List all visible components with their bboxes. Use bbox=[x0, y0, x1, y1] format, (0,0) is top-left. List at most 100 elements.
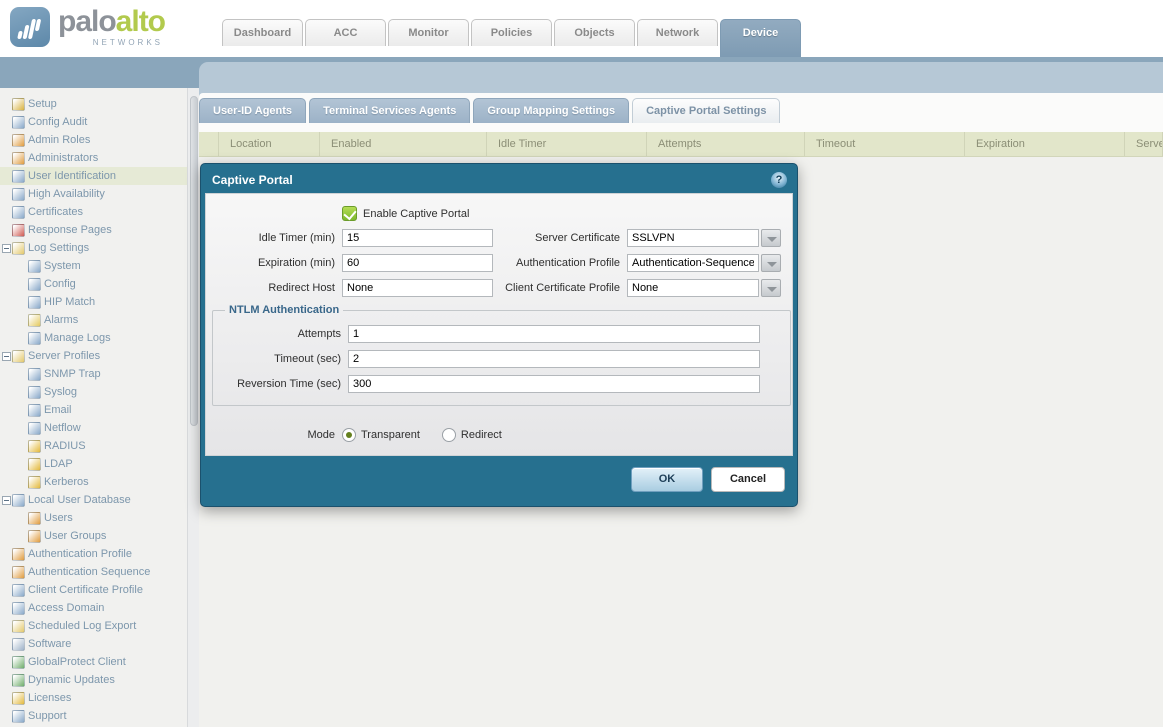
sidebar-item-kerberos[interactable]: Kerberos bbox=[0, 473, 187, 491]
column-header-lead[interactable] bbox=[199, 132, 219, 156]
sidebar-item-admin-roles[interactable]: Admin Roles bbox=[0, 131, 187, 149]
tab-monitor[interactable]: Monitor bbox=[388, 19, 469, 46]
authentication-profile-dropdown-button[interactable] bbox=[761, 254, 781, 272]
subtab-user-id-agents[interactable]: User-ID Agents bbox=[199, 98, 306, 123]
enable-captive-portal-checkbox[interactable] bbox=[342, 206, 357, 221]
sidebar-item-licenses[interactable]: Licenses bbox=[0, 689, 187, 707]
column-header-expiration[interactable]: Expiration bbox=[965, 132, 1125, 156]
sidebar-item-certificates[interactable]: Certificates bbox=[0, 203, 187, 221]
sidebar-item-scheduled-log-export[interactable]: Scheduled Log Export bbox=[0, 617, 187, 635]
column-header-serve[interactable]: Serve bbox=[1125, 132, 1163, 156]
sidebar-item-snmp-trap[interactable]: SNMP Trap bbox=[0, 365, 187, 383]
client-certificate-profile-dropdown-button[interactable] bbox=[761, 279, 781, 297]
collapse-toggle-icon[interactable] bbox=[2, 244, 11, 253]
sidebar-item-globalprotect-client[interactable]: GlobalProtect Client bbox=[0, 653, 187, 671]
sidebar-item-response-pages[interactable]: Response Pages bbox=[0, 221, 187, 239]
response-pages-icon bbox=[12, 224, 25, 237]
authentication-profile-input[interactable] bbox=[627, 254, 759, 272]
sidebar-item-alarms[interactable]: Alarms bbox=[0, 311, 187, 329]
timeout-sec-input[interactable] bbox=[348, 350, 760, 368]
attempts-input[interactable] bbox=[348, 325, 760, 343]
tab-acc[interactable]: ACC bbox=[305, 19, 386, 46]
reversion-time-sec-input[interactable] bbox=[348, 375, 760, 393]
sidebar-item-email[interactable]: Email bbox=[0, 401, 187, 419]
tab-device[interactable]: Device bbox=[720, 19, 801, 57]
sidebar-item-label: LDAP bbox=[41, 458, 73, 470]
syslog-icon bbox=[28, 386, 41, 399]
high-availability-icon bbox=[12, 188, 25, 201]
scrollbar-thumb[interactable] bbox=[190, 96, 198, 426]
tab-network[interactable]: Network bbox=[637, 19, 718, 46]
column-header-attempts[interactable]: Attempts bbox=[647, 132, 805, 156]
sidebar-item-access-domain[interactable]: Access Domain bbox=[0, 599, 187, 617]
tab-objects[interactable]: Objects bbox=[554, 19, 635, 46]
field-label: Client Certificate Profile bbox=[436, 282, 627, 294]
collapse-toggle-icon[interactable] bbox=[2, 352, 11, 361]
server-certificate-dropdown-button[interactable] bbox=[761, 229, 781, 247]
dynamic-updates-icon bbox=[12, 674, 25, 687]
sidebar-item-setup[interactable]: Setup bbox=[0, 95, 187, 113]
column-header-location[interactable]: Location bbox=[219, 132, 320, 156]
ntlm-legend: NTLM Authentication bbox=[225, 304, 343, 316]
sidebar-item-label: Dynamic Updates bbox=[25, 674, 115, 686]
authentication-profile-icon bbox=[12, 548, 25, 561]
field-label: Authentication Profile bbox=[436, 257, 627, 269]
main-tabs: DashboardACCMonitorPoliciesObjectsNetwor… bbox=[222, 19, 801, 57]
help-icon[interactable]: ? bbox=[771, 172, 787, 188]
sidebar-item-high-availability[interactable]: High Availability bbox=[0, 185, 187, 203]
captive-portal-dialog: Captive Portal ? Enable Captive Portal I… bbox=[200, 163, 798, 507]
sidebar-item-ldap[interactable]: LDAP bbox=[0, 455, 187, 473]
collapse-toggle-icon[interactable] bbox=[2, 496, 11, 505]
mode-radio-transparent[interactable] bbox=[342, 428, 356, 442]
sidebar-item-software[interactable]: Software bbox=[0, 635, 187, 653]
sidebar-item-administrators[interactable]: Administrators bbox=[0, 149, 187, 167]
client-certificate-profile-input[interactable] bbox=[627, 279, 759, 297]
top-header: paloalto NETWORKS DashboardACCMonitorPol… bbox=[0, 0, 1163, 57]
sidebar-item-client-certificate-profile[interactable]: Client Certificate Profile bbox=[0, 581, 187, 599]
sidebar-item-local-user-database[interactable]: Local User Database bbox=[0, 491, 187, 509]
sidebar-item-label: User Identification bbox=[25, 170, 116, 182]
sidebar-item-label: Authentication Sequence bbox=[25, 566, 150, 578]
mode-radio-redirect[interactable] bbox=[442, 428, 456, 442]
sidebar-item-radius[interactable]: RADIUS bbox=[0, 437, 187, 455]
sidebar-item-user-groups[interactable]: User Groups bbox=[0, 527, 187, 545]
sidebar-item-hip-match[interactable]: HIP Match bbox=[0, 293, 187, 311]
column-header-timeout[interactable]: Timeout bbox=[805, 132, 965, 156]
field-label: Attempts bbox=[213, 328, 348, 340]
setup-icon bbox=[12, 98, 25, 111]
sidebar-item-netflow[interactable]: Netflow bbox=[0, 419, 187, 437]
scheduled-log-export-icon bbox=[12, 620, 25, 633]
sidebar-item-label: Authentication Profile bbox=[25, 548, 132, 560]
sidebar-item-syslog[interactable]: Syslog bbox=[0, 383, 187, 401]
sidebar-item-dynamic-updates[interactable]: Dynamic Updates bbox=[0, 671, 187, 689]
sidebar-item-config[interactable]: Config bbox=[0, 275, 187, 293]
sidebar-item-support[interactable]: Support bbox=[0, 707, 187, 725]
subtab-terminal-services-agents[interactable]: Terminal Services Agents bbox=[309, 98, 470, 123]
sidebar-item-manage-logs[interactable]: Manage Logs bbox=[0, 329, 187, 347]
sidebar-item-user-identification[interactable]: User Identification bbox=[0, 167, 187, 185]
subtab-group-mapping-settings[interactable]: Group Mapping Settings bbox=[473, 98, 629, 123]
logo-wordmark: paloalto bbox=[58, 7, 165, 37]
alarms-icon bbox=[28, 314, 41, 327]
field-row-attempts: Attempts bbox=[213, 321, 790, 346]
sidebar-item-label: Setup bbox=[25, 98, 57, 110]
sidebar-item-log-settings[interactable]: Log Settings bbox=[0, 239, 187, 257]
sidebar-item-system[interactable]: System bbox=[0, 257, 187, 275]
server-certificate-input[interactable] bbox=[627, 229, 759, 247]
ok-button[interactable]: OK bbox=[631, 467, 703, 492]
sidebar-item-server-profiles[interactable]: Server Profiles bbox=[0, 347, 187, 365]
sidebar-item-users[interactable]: Users bbox=[0, 509, 187, 527]
sidebar-item-label: Server Profiles bbox=[25, 350, 100, 362]
sidebar-scrollbar[interactable] bbox=[187, 88, 199, 727]
ntlm-fields: AttemptsTimeout (sec)Reversion Time (sec… bbox=[213, 316, 790, 396]
cancel-button[interactable]: Cancel bbox=[711, 467, 785, 492]
sidebar-tree: Setup Config AuditAdmin RolesAdministrato… bbox=[0, 88, 187, 727]
tab-policies[interactable]: Policies bbox=[471, 19, 552, 46]
column-header-enabled[interactable]: Enabled bbox=[320, 132, 487, 156]
subtab-captive-portal-settings[interactable]: Captive Portal Settings bbox=[632, 98, 780, 123]
sidebar-item-authentication-sequence[interactable]: Authentication Sequence bbox=[0, 563, 187, 581]
column-header-idle-timer[interactable]: Idle Timer bbox=[487, 132, 647, 156]
sidebar-item-authentication-profile[interactable]: Authentication Profile bbox=[0, 545, 187, 563]
sidebar-item-config-audit[interactable]: Config Audit bbox=[0, 113, 187, 131]
tab-dashboard[interactable]: Dashboard bbox=[222, 19, 303, 46]
